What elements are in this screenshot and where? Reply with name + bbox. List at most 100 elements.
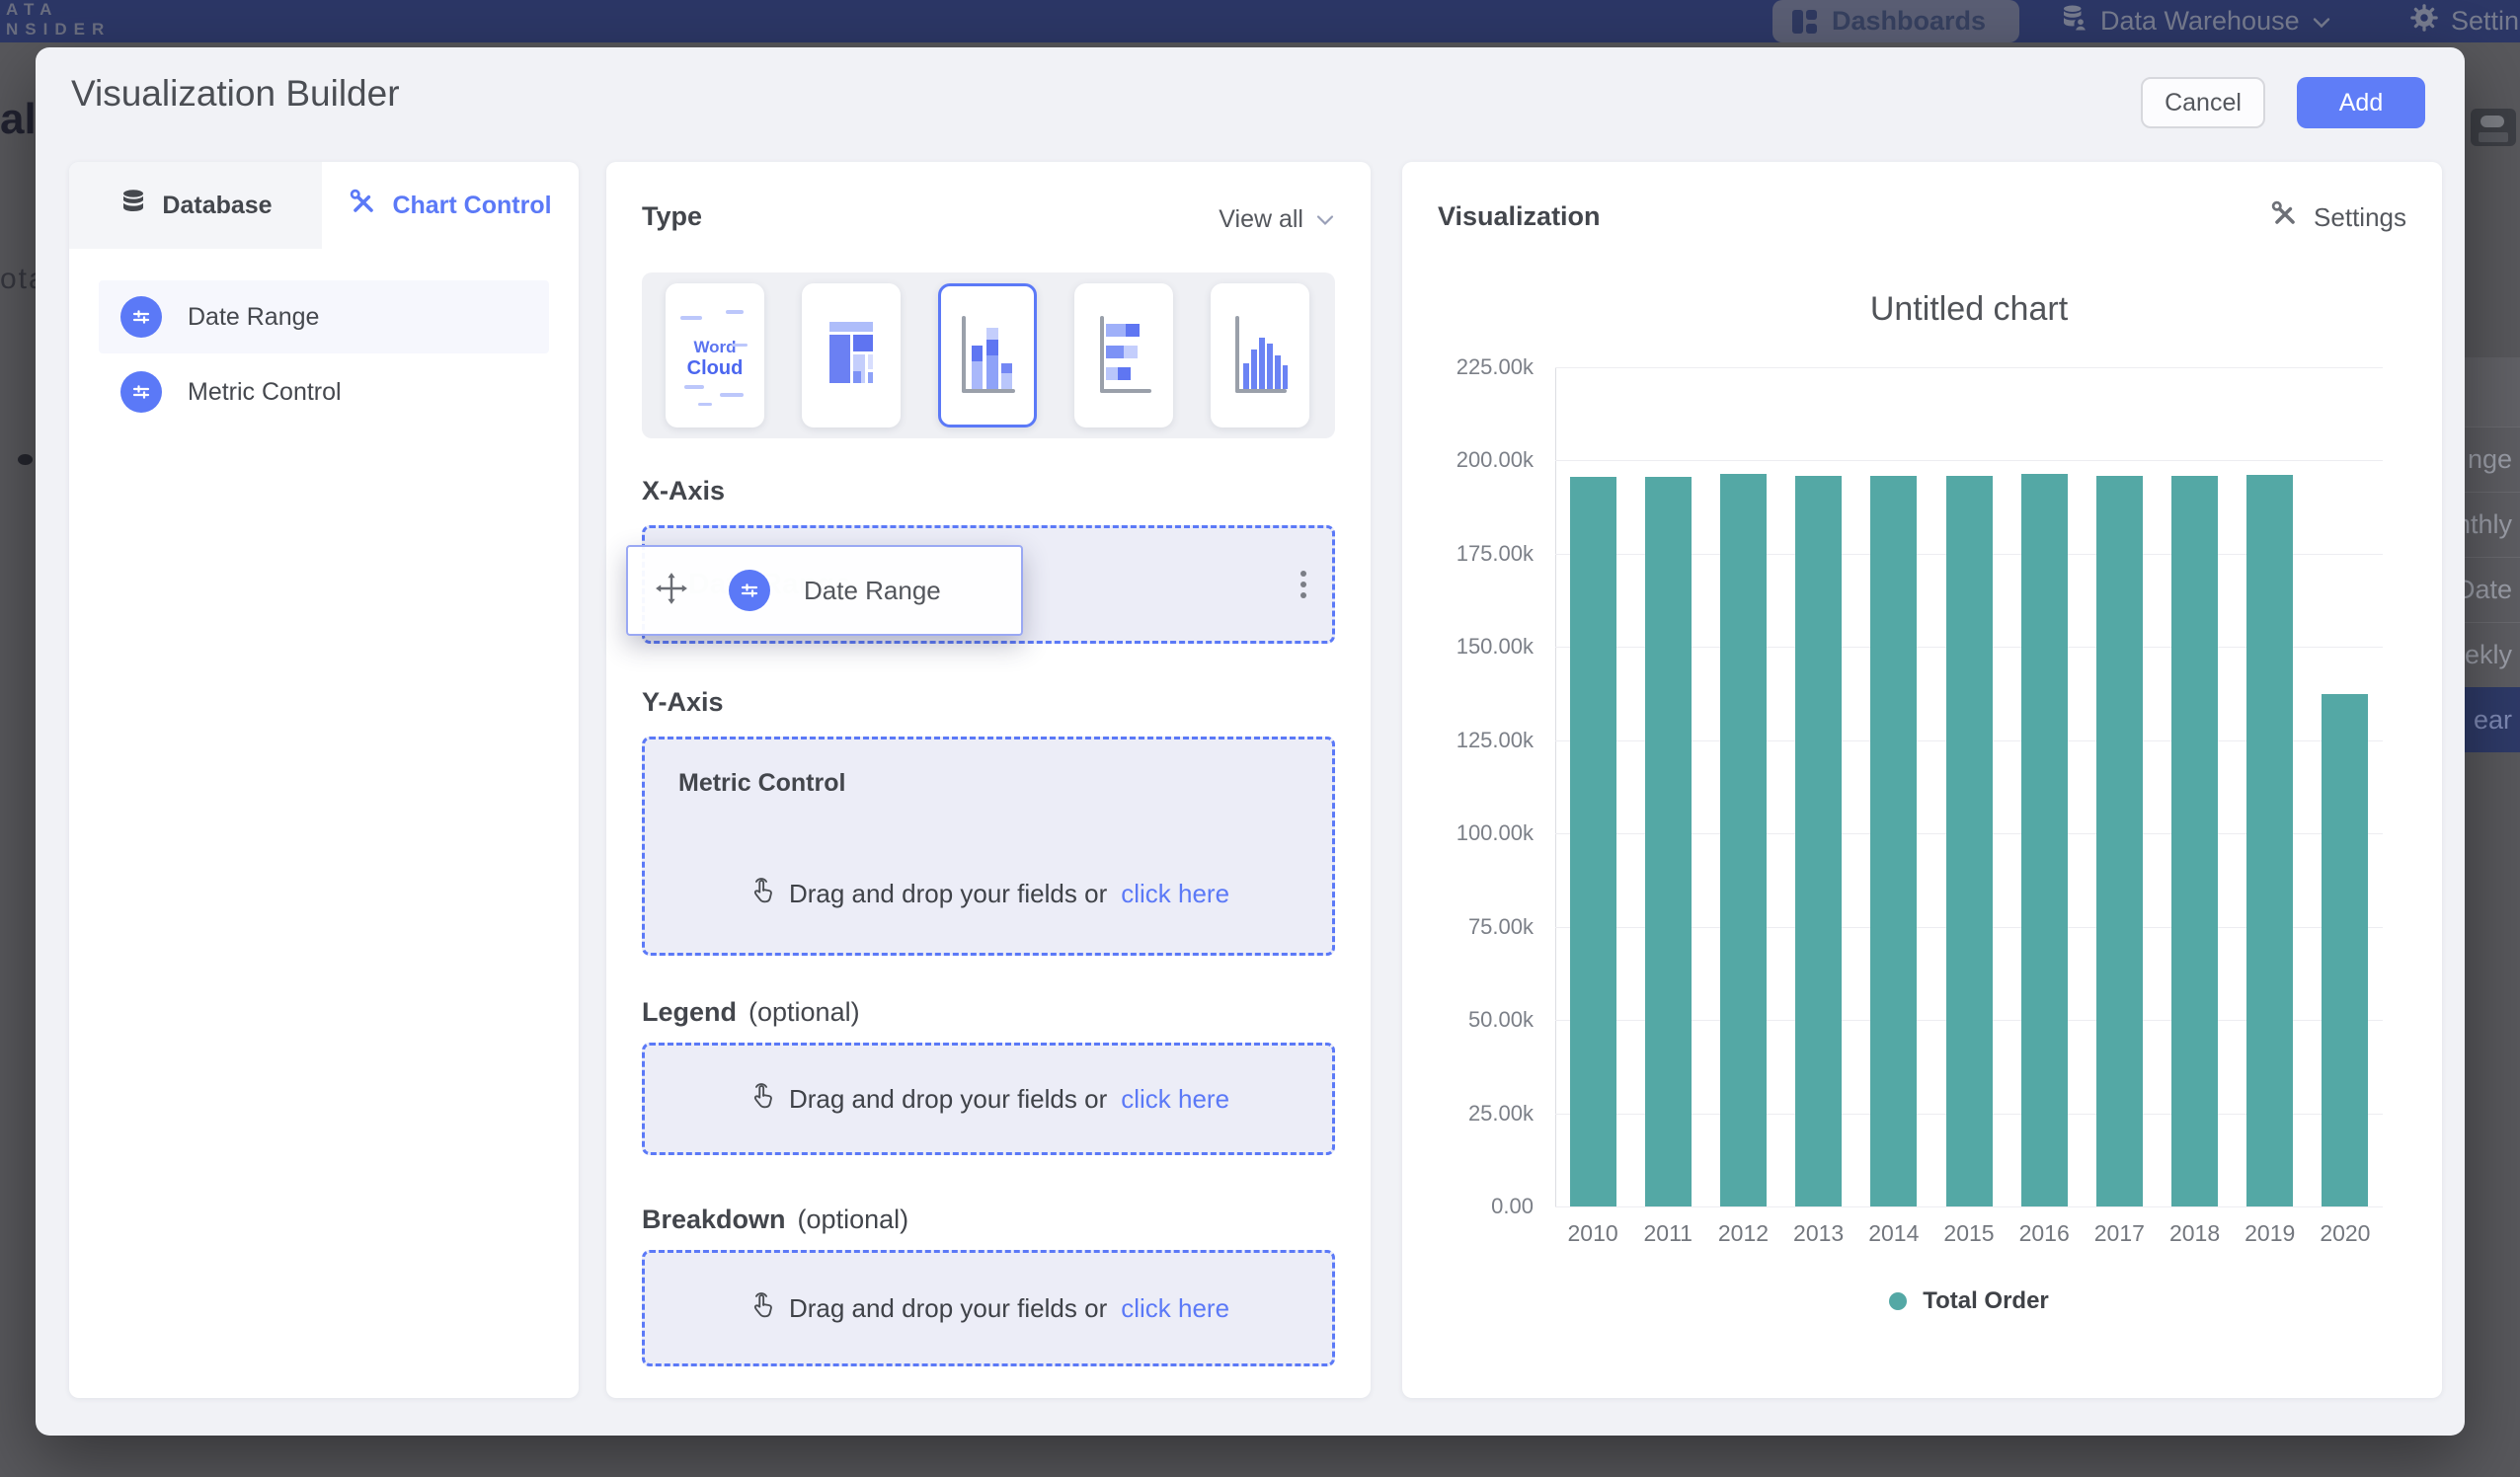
field-item-date-range[interactable]: Date Range: [99, 280, 549, 353]
chart-settings-button[interactable]: Settings: [2270, 199, 2406, 236]
chart-title: Untitled chart: [1555, 290, 2383, 329]
x-tick-label: 2012: [1705, 1220, 1780, 1247]
y-tick-label: 100.00k: [1415, 820, 1534, 846]
sliders-icon: [120, 371, 162, 413]
nav-settings-label: Settings: [2451, 6, 2520, 37]
x-tick-label: 2014: [1856, 1220, 1931, 1247]
bar-2018[interactable]: [2171, 476, 2218, 1206]
y-tick-label: 150.00k: [1415, 634, 1534, 660]
bar-2017[interactable]: [2096, 476, 2143, 1206]
tools-icon: [349, 188, 378, 224]
nav-item-data-warehouse[interactable]: Data Warehouse: [2059, 0, 2331, 42]
tools-icon: [2270, 199, 2300, 236]
bar-2020[interactable]: [2322, 694, 2368, 1206]
x-tick-label: 2020: [2308, 1220, 2383, 1247]
y-tick-label: 200.00k: [1415, 447, 1534, 473]
save-icon[interactable]: [2471, 109, 2516, 146]
tab-database[interactable]: Database: [69, 162, 322, 249]
click-here-link[interactable]: click here: [1121, 1084, 1229, 1115]
x-tick-label: 2010: [1555, 1220, 1630, 1247]
database-icon: [118, 188, 148, 224]
y-axis-dropzone[interactable]: Metric Control Drag and drop your fields…: [642, 737, 1335, 956]
chart-type-stacked-bar[interactable]: [1074, 283, 1173, 428]
x-tick-label: 2019: [2233, 1220, 2308, 1247]
metric-control-label: Metric Control: [678, 769, 845, 798]
y-tick-label: 125.00k: [1415, 728, 1534, 753]
bar-2012[interactable]: [1720, 474, 1767, 1206]
legend-marker: [1889, 1292, 1907, 1310]
tab-chart-control[interactable]: Chart Control: [322, 162, 579, 249]
modal-title: Visualization Builder: [71, 73, 400, 115]
dragged-field-chip[interactable]: Date Range: [626, 545, 1023, 636]
gridline: [1555, 460, 2383, 461]
fields-panel: Database Chart Control Date Range Metric…: [69, 162, 579, 1398]
cancel-button[interactable]: Cancel: [2141, 77, 2265, 128]
chart-type-word-cloud[interactable]: Word Cloud: [666, 283, 764, 428]
stacked-column-icon: [956, 308, 1019, 403]
data-warehouse-icon: [2059, 3, 2088, 39]
legend-dropzone[interactable]: Drag and drop your fields or click here: [642, 1043, 1335, 1155]
y-axis-section-label: Y-Axis: [642, 687, 724, 718]
nav-data-warehouse-label: Data Warehouse: [2100, 6, 2300, 37]
bar-2016[interactable]: [2021, 474, 2068, 1206]
click-here-link[interactable]: click here: [1121, 1293, 1229, 1324]
bar-2019[interactable]: [2246, 475, 2293, 1206]
chart-settings-label: Settings: [2314, 202, 2406, 233]
hand-tap-icon: [748, 1289, 775, 1328]
chevron-down-icon: [2312, 6, 2331, 37]
breakdown-dropzone[interactable]: Drag and drop your fields or click here: [642, 1250, 1335, 1366]
nav-tab-dashboards[interactable]: Dashboards: [1772, 0, 2019, 42]
legend-section-label: Legend (optional): [642, 997, 860, 1028]
field-item-label: Metric Control: [188, 378, 342, 407]
visualization-header: Visualization: [1438, 201, 1601, 232]
y-tick-label: 0.00: [1415, 1194, 1534, 1219]
nav-dashboards-label: Dashboards: [1832, 6, 1986, 37]
tab-database-label: Database: [162, 192, 272, 220]
x-tick-label: 2018: [2157, 1220, 2232, 1247]
hand-tap-icon: [748, 1080, 775, 1119]
view-all-dropdown[interactable]: View all: [1219, 205, 1335, 234]
y-tick-label: 175.00k: [1415, 541, 1534, 567]
click-here-link[interactable]: click here: [1121, 879, 1229, 909]
brand-logo: ATA NSIDER: [6, 0, 111, 39]
y-tick-label: 50.00k: [1415, 1007, 1534, 1033]
background-page-title-fragment: al: [0, 95, 37, 144]
kebab-menu-icon[interactable]: [1300, 571, 1306, 598]
drop-hint: Drag and drop your fields or click here: [645, 1046, 1332, 1152]
x-tick-label: 2011: [1630, 1220, 1705, 1247]
nav-item-settings[interactable]: Settings: [2409, 0, 2520, 42]
dragged-field-label: Date Range: [804, 576, 941, 606]
y-tick-label: 225.00k: [1415, 354, 1534, 380]
brand-line1: ATA: [6, 0, 111, 20]
bar-2013[interactable]: [1795, 476, 1842, 1206]
drop-hint: Drag and drop your fields or click here: [645, 1253, 1332, 1363]
view-all-label: View all: [1219, 205, 1303, 234]
x-tick-label: 2013: [1781, 1220, 1856, 1247]
legend-label: Total Order: [1923, 1287, 2049, 1315]
field-item-metric-control[interactable]: Metric Control: [99, 355, 549, 428]
add-button[interactable]: Add: [2297, 77, 2425, 128]
gridline: [1555, 1206, 2383, 1207]
chart-type-stacked-column[interactable]: [938, 283, 1037, 428]
x-tick-label: 2016: [2007, 1220, 2082, 1247]
x-axis-section-label: X-Axis: [642, 476, 725, 506]
chevron-down-icon: [1315, 205, 1335, 234]
bar-2015[interactable]: [1946, 476, 1993, 1206]
chart-type-selector: Word Cloud: [642, 272, 1335, 438]
hand-tap-icon: [748, 875, 775, 913]
breakdown-section-label: Breakdown (optional): [642, 1205, 908, 1235]
bar-2010[interactable]: [1570, 477, 1616, 1206]
gear-icon: [2409, 3, 2439, 39]
builder-panel: Type View all Word Cloud: [606, 162, 1371, 1398]
brand-line2: NSIDER: [6, 20, 111, 39]
fields-panel-tabs: Database Chart Control: [69, 162, 579, 249]
bar-2014[interactable]: [1870, 476, 1917, 1206]
x-tick-label: 2017: [2082, 1220, 2157, 1247]
histogram-icon: [1228, 308, 1292, 403]
chart-type-histogram[interactable]: [1211, 283, 1309, 428]
dashboards-icon: [1792, 9, 1818, 35]
chart-type-treemap[interactable]: [802, 283, 901, 428]
move-icon: [654, 571, 689, 611]
stacked-bar-icon: [1092, 308, 1155, 403]
bar-2011[interactable]: [1645, 477, 1692, 1206]
